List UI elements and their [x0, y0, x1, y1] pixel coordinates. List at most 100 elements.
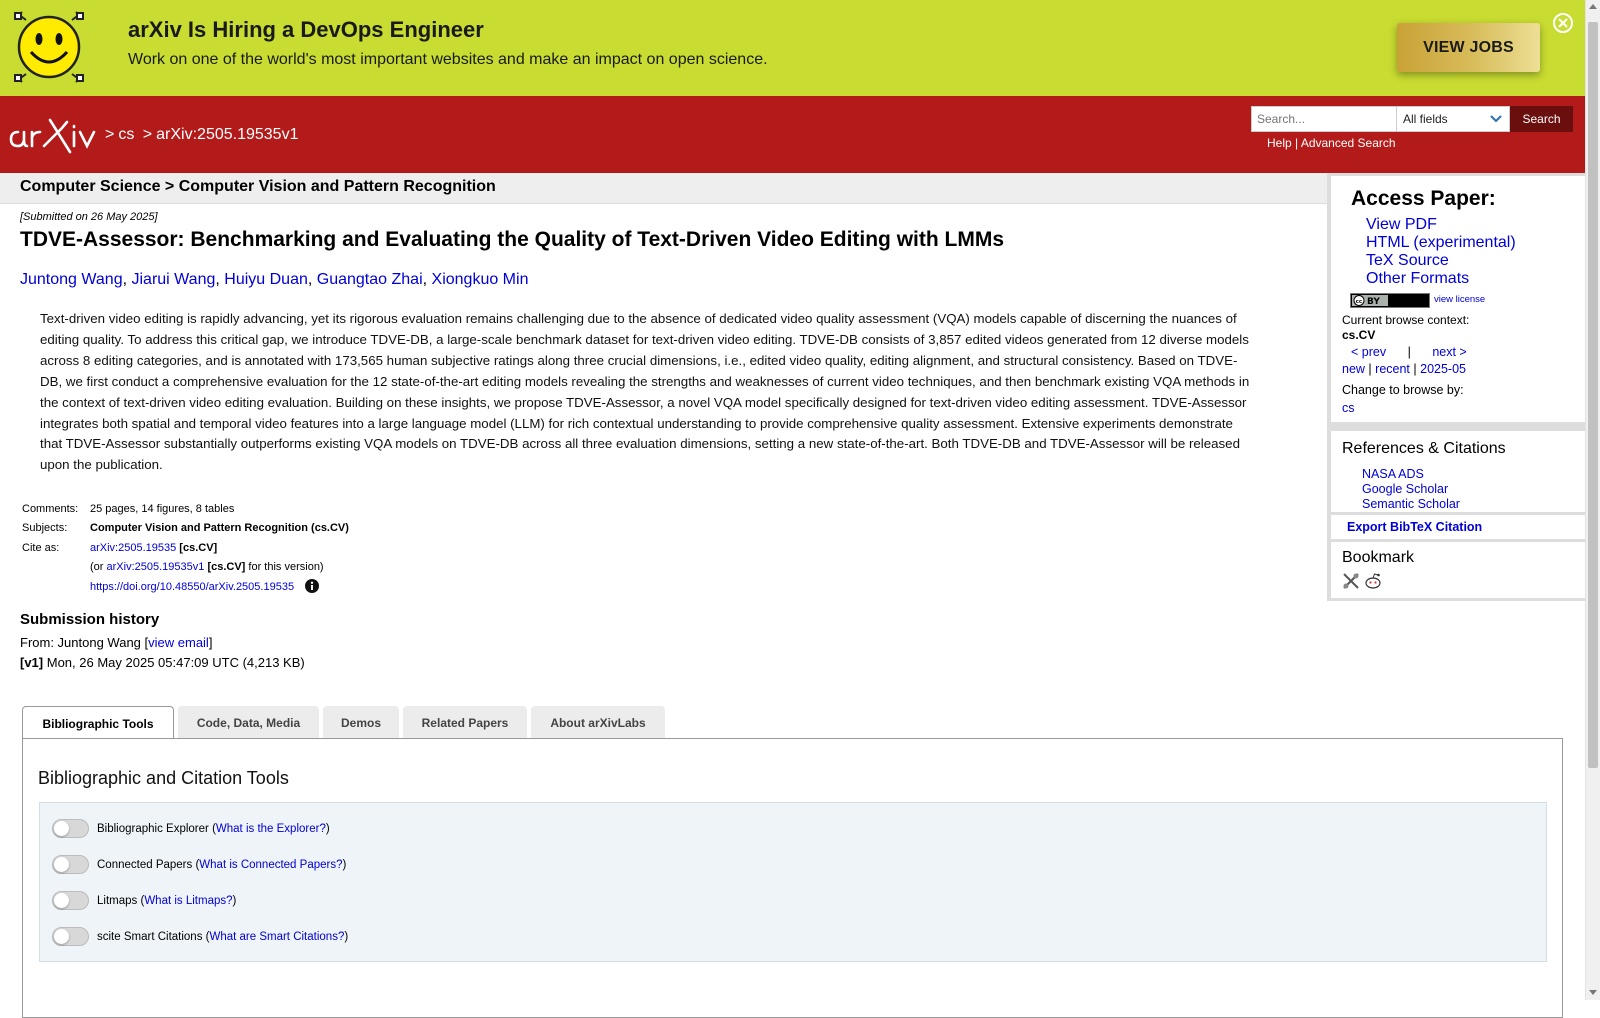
tab-demos[interactable]: Demos [323, 706, 399, 739]
category-breadcrumb: Computer Science > Computer Vision and P… [20, 178, 496, 195]
connected-papers-info-link[interactable]: What is Connected Papers? [199, 859, 342, 871]
browse-cs-link[interactable]: cs [1342, 401, 1355, 415]
arxiv-logo-icon[interactable] [8, 116, 102, 156]
connected-papers-toggle[interactable] [52, 855, 89, 874]
google-scholar-link[interactable]: Google Scholar [1362, 482, 1448, 496]
bookmark-box: Bookmark [1331, 542, 1585, 598]
advanced-search-link[interactable]: Advanced Search [1301, 136, 1396, 150]
submission-from: From: Juntong Wang [view email] [20, 635, 213, 650]
references-box: References & Citations NASA ADS Google S… [1331, 431, 1585, 512]
tool-row-scite: scite Smart Citations (What are Smart Ci… [52, 927, 348, 946]
view-jobs-button[interactable]: VIEW JOBS [1397, 23, 1540, 72]
comments-row: Comments: 25 pages, 14 figures, 8 tables [22, 500, 349, 519]
breadcrumb-paper-id: arXiv:2505.19535v1 [156, 126, 299, 143]
version-date: Mon, 26 May 2025 05:47:09 UTC (4,213 KB) [46, 655, 305, 670]
recent-link[interactable]: recent [1375, 362, 1410, 376]
month-link[interactable]: 2025-05 [1420, 362, 1466, 376]
tab-panel: Bibliographic and Citation Tools Bibliog… [22, 738, 1563, 1018]
scroll-down-icon[interactable] [1589, 990, 1597, 995]
scrollbar-thumb[interactable] [1588, 22, 1598, 768]
view-email-link[interactable]: view email [148, 635, 209, 650]
search-button[interactable]: Search [1510, 106, 1573, 132]
site-header: >cs >arXiv:2505.19535v1 All fields Searc… [0, 96, 1585, 173]
info-icon[interactable] [305, 578, 320, 593]
cite-id-link[interactable]: arXiv:2505.19535 [90, 542, 176, 554]
tool-row-explorer: Bibliographic Explorer (What is the Expl… [52, 819, 330, 838]
author-link[interactable]: Xiongkuo Min [432, 271, 529, 288]
next-link[interactable]: next > [1432, 345, 1466, 359]
change-browse-label: Change to browse by: [1342, 383, 1464, 397]
page-scrollbar[interactable] [1585, 0, 1600, 1000]
author-link[interactable]: Juntong Wang [20, 271, 123, 288]
export-bibtex-link[interactable]: Export BibTeX Citation [1347, 520, 1482, 534]
scite-info-link[interactable]: What are Smart Citations? [209, 931, 344, 943]
other-formats-link[interactable]: Other Formats [1366, 270, 1469, 288]
abstract-line: editing quality. To address this critica… [40, 331, 1249, 347]
submission-date: [Submitted on 26 May 2025] [20, 211, 158, 223]
category-header: Computer Science > Computer Vision and P… [0, 173, 1327, 204]
browse-context-value: cs.CV [1342, 328, 1376, 342]
nasa-ads-link[interactable]: NASA ADS [1362, 467, 1424, 481]
cc-by-license-icon[interactable]: cc BY [1350, 293, 1430, 308]
tools-box: Bibliographic Explorer (What is the Expl… [39, 802, 1547, 962]
version-tag: [v1] [20, 655, 44, 670]
tab-code-data-media[interactable]: Code, Data, Media [178, 706, 319, 739]
explorer-toggle[interactable] [52, 819, 89, 838]
author-list: Juntong Wang, Jiarui Wang, Huiyu Duan, G… [20, 271, 529, 288]
view-license-link[interactable]: view license [1434, 294, 1485, 305]
subjects-value: Computer Vision and Pattern Recognition … [90, 522, 349, 535]
smiley-logo-icon [14, 11, 84, 83]
scite-toggle[interactable] [52, 927, 89, 946]
tab-about-arxivlabs[interactable]: About arXivLabs [531, 706, 665, 739]
new-link[interactable]: new [1342, 362, 1365, 376]
tab-related-papers[interactable]: Related Papers [403, 706, 527, 739]
header-links: Help | Advanced Search [1267, 136, 1396, 150]
tool-row-connected-papers: Connected Papers (What is Connected Pape… [52, 855, 346, 874]
prev-next-nav: < prev | next > [1351, 345, 1467, 359]
doi-link[interactable]: https://doi.org/10.48550/arXiv.2505.1953… [90, 581, 294, 593]
semantic-scholar-link[interactable]: Semantic Scholar [1362, 497, 1460, 511]
abstract-line: the context of text-driven video editing… [40, 394, 1247, 410]
author-link[interactable]: Guangtao Zhai [317, 271, 423, 288]
abstract: Text-driven video editing is rapidly adv… [40, 309, 1280, 476]
comments-value: 25 pages, 14 figures, 8 tables [90, 503, 235, 515]
doi-row: https://doi.org/10.48550/arXiv.2505.1953… [22, 578, 349, 597]
author-link[interactable]: Jiarui Wang [131, 271, 215, 288]
scroll-up-icon[interactable] [1589, 4, 1597, 9]
view-pdf-link[interactable]: View PDF [1366, 216, 1437, 234]
litmaps-info-link[interactable]: What is Litmaps? [144, 895, 232, 907]
metadata-table: Comments: 25 pages, 14 figures, 8 tables… [22, 500, 349, 597]
paper-title: TDVE-Assessor: Benchmarking and Evaluati… [20, 228, 1005, 251]
reddit-icon[interactable] [1364, 572, 1382, 590]
abstract-line: Text-driven video editing is rapidly adv… [40, 311, 1237, 326]
browse-context-label: Current browse context: [1342, 313, 1470, 327]
tab-bibliographic-tools[interactable]: Bibliographic Tools [22, 706, 174, 740]
cite-version-link[interactable]: arXiv:2505.19535v1 [107, 561, 205, 573]
chevron-down-icon [1490, 115, 1502, 123]
litmaps-toggle[interactable] [52, 891, 89, 910]
tex-source-link[interactable]: TeX Source [1366, 252, 1449, 270]
help-link[interactable]: Help [1267, 136, 1292, 150]
breadcrumb-cs[interactable]: cs [118, 126, 134, 143]
extra-services-sidebar: Access Paper: View PDF HTML (experimenta… [1327, 173, 1585, 601]
version-entry: [v1] Mon, 26 May 2025 05:47:09 UTC (4,21… [20, 655, 305, 670]
subjects-row: Subjects: Computer Vision and Pattern Re… [22, 522, 349, 535]
author-link[interactable]: Huiyu Duan [224, 271, 308, 288]
bibsonomy-icon[interactable] [1342, 572, 1360, 590]
browse-links: new | recent | 2025-05 [1342, 362, 1466, 376]
banner-title: arXiv Is Hiring a DevOps Engineer [128, 17, 484, 42]
cite-version-row: (or arXiv:2505.19535v1 [cs.CV] for this … [90, 561, 324, 574]
breadcrumb: > cs > arXiv:2505.19535v1 [105, 126, 299, 143]
close-icon[interactable] [1552, 12, 1574, 34]
access-paper-title: Access Paper: [1351, 187, 1496, 210]
abstract-line: upon the publication. [40, 457, 163, 473]
prev-link[interactable]: < prev [1351, 345, 1386, 359]
abstract-line: across 8 editing categories, and is anno… [40, 352, 1238, 368]
abstract-line: that TDVE-Assessor substantially outperf… [40, 436, 1240, 452]
search-input[interactable] [1251, 106, 1397, 132]
explorer-info-link[interactable]: What is the Explorer? [216, 823, 326, 835]
svg-text:BY: BY [1367, 297, 1380, 307]
bookmark-title: Bookmark [1342, 549, 1415, 566]
search-field-select[interactable]: All fields [1396, 106, 1510, 132]
html-experimental-link[interactable]: HTML (experimental) [1366, 234, 1516, 252]
